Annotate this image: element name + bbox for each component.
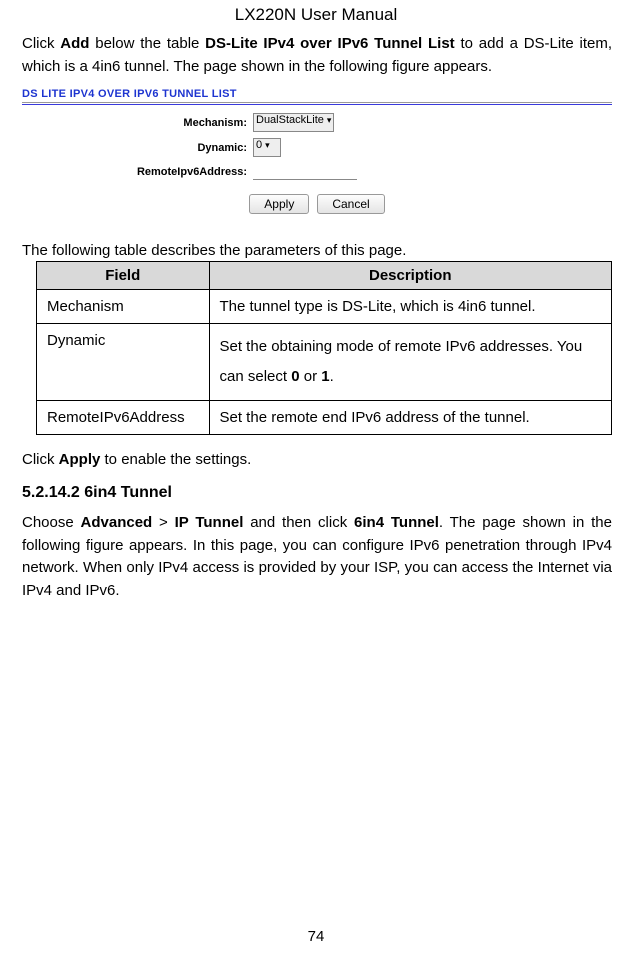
field-cell: Dynamic	[37, 324, 210, 401]
section-heading: 5.2.14.2 6in4 Tunnel	[22, 484, 612, 502]
remote-label: RemoteIpv6Address:	[127, 166, 253, 178]
desc-bold-0: 0	[291, 368, 299, 385]
apply-text-1: Click	[22, 451, 59, 468]
remote-ipv6-input[interactable]	[253, 163, 357, 180]
intro-paragraph: Click Add below the table DS-Lite IPv4 o…	[22, 33, 612, 78]
page-number: 74	[0, 928, 632, 945]
section-bold-advanced: Advanced	[81, 514, 153, 531]
desc-bold-1: 1	[321, 368, 329, 385]
apply-button[interactable]: Apply	[249, 194, 309, 214]
cancel-button[interactable]: Cancel	[317, 194, 384, 214]
section-title: 6in4 Tunnel	[84, 484, 172, 501]
desc-cell: The tunnel type is DS-Lite, which is 4in…	[209, 290, 612, 324]
section-bold-iptunnel: IP Tunnel	[175, 514, 244, 531]
dynamic-value: 0	[256, 139, 262, 151]
desc-cell: Set the obtaining mode of remote IPv6 ad…	[209, 324, 612, 401]
desc-text: Set the obtaining mode of remote IPv6 ad…	[220, 338, 583, 385]
screenshot-section-title: DS LITE IPV4 OVER IPV6 TUNNEL LIST	[22, 88, 612, 103]
section-number: 5.2.14.2	[22, 484, 80, 501]
apply-instruction: Click Apply to enable the settings.	[22, 451, 612, 468]
intro-text-2: below the table	[89, 35, 205, 52]
table-row: RemoteIPv6Address Set the remote end IPv…	[37, 401, 612, 435]
apply-text-2: to enable the settings.	[100, 451, 251, 468]
mechanism-label: Mechanism:	[127, 117, 253, 129]
dropdown-caret-icon: ▾	[327, 115, 332, 126]
dynamic-label: Dynamic:	[127, 142, 253, 154]
param-table-intro: The following table describes the parame…	[22, 242, 612, 259]
apply-bold: Apply	[59, 451, 101, 468]
section-text: Choose	[22, 514, 81, 531]
section-text: >	[152, 514, 174, 531]
field-cell: RemoteIPv6Address	[37, 401, 210, 435]
table-row: Mechanism The tunnel type is DS-Lite, wh…	[37, 290, 612, 324]
field-cell: Mechanism	[37, 290, 210, 324]
section-bold-6in4: 6in4 Tunnel	[354, 514, 439, 531]
table-row: Dynamic Set the obtaining mode of remote…	[37, 324, 612, 401]
config-screenshot: DS LITE IPV4 OVER IPV6 TUNNEL LIST Mecha…	[22, 88, 612, 214]
page-title: LX220N User Manual	[0, 0, 632, 25]
mechanism-select[interactable]: DualStackLite▾	[253, 113, 334, 132]
desc-text: or	[300, 368, 322, 385]
mechanism-value: DualStackLite	[256, 114, 324, 126]
section-text: and then click	[243, 514, 354, 531]
dropdown-caret-icon: ▾	[265, 140, 270, 151]
parameter-table: Field Description Mechanism The tunnel t…	[36, 261, 612, 435]
col-header-description: Description	[209, 262, 612, 290]
section-paragraph: Choose Advanced > IP Tunnel and then cli…	[22, 512, 612, 602]
intro-bold-add: Add	[60, 35, 89, 52]
desc-cell: Set the remote end IPv6 address of the t…	[209, 401, 612, 435]
intro-bold-list: DS-Lite IPv4 over IPv6 Tunnel List	[205, 35, 455, 52]
desc-text: .	[330, 368, 334, 385]
dynamic-select[interactable]: 0▾	[253, 138, 281, 157]
intro-text-1: Click	[22, 35, 60, 52]
col-header-field: Field	[37, 262, 210, 290]
